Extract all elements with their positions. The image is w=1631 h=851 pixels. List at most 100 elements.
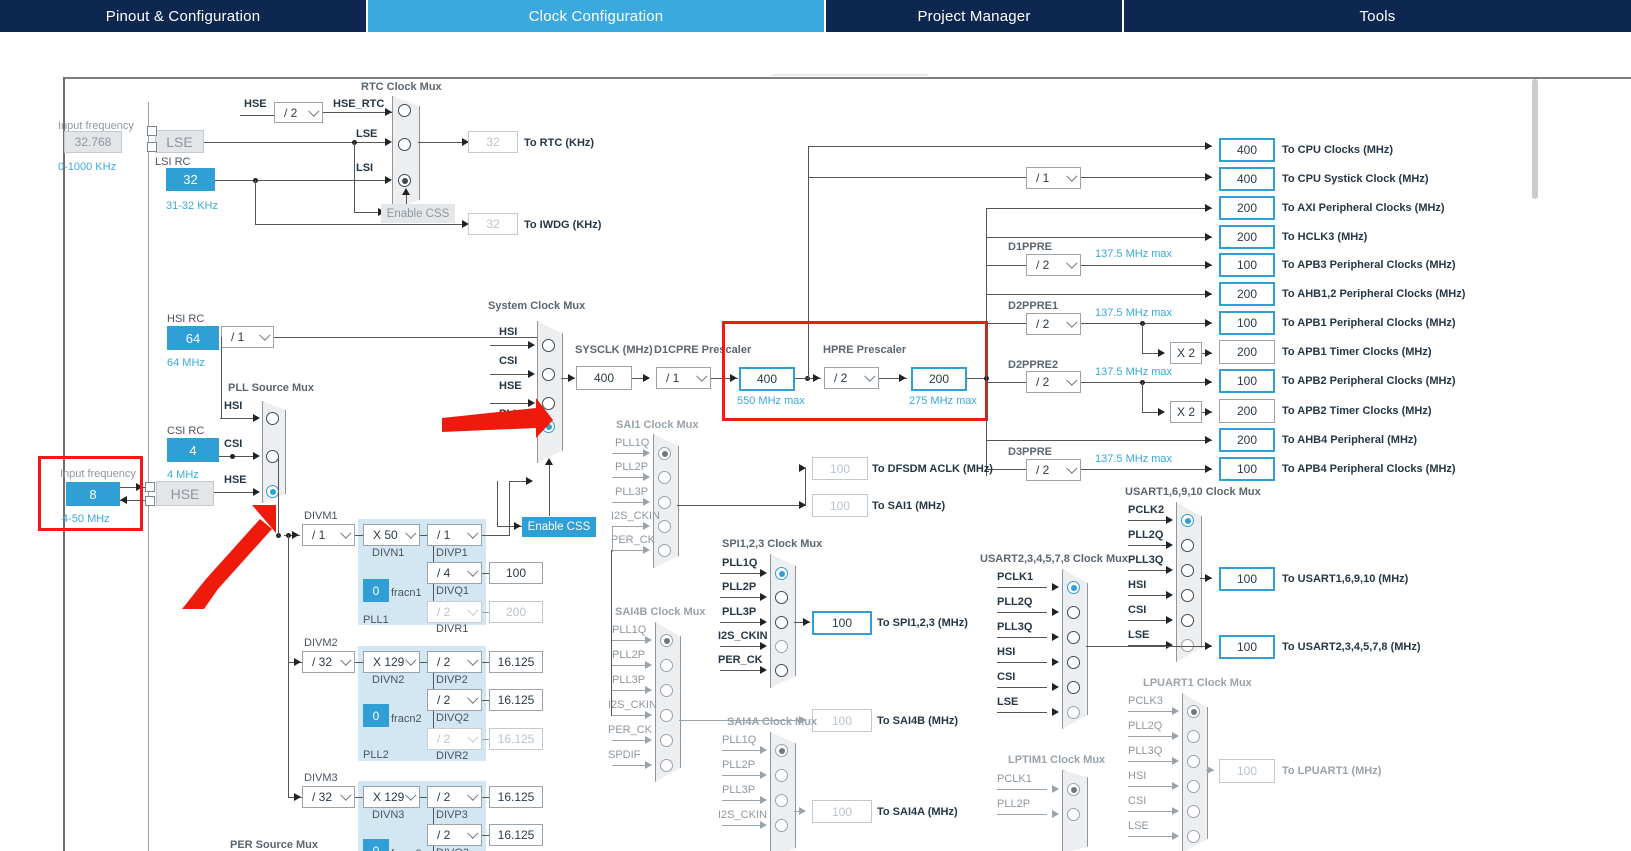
divq2-select[interactable]: / 2: [427, 689, 482, 711]
d2ppre2-select[interactable]: / 2: [1026, 371, 1081, 393]
fracn2-field[interactable]: 0: [363, 704, 389, 727]
output-box-apb1-timer[interactable]: 200: [1219, 340, 1275, 364]
divm2-select[interactable]: / 32: [302, 651, 355, 673]
sai4a-mux-radio-i2s-ckin[interactable]: [775, 819, 788, 832]
usart2-mux-radio-hsi[interactable]: [1067, 656, 1080, 669]
divn3-select[interactable]: X 129: [363, 786, 420, 808]
divq3-select[interactable]: / 2: [427, 824, 482, 846]
sai4b-output-box[interactable]: 100: [812, 709, 872, 732]
sai1-output-box[interactable]: 100: [812, 494, 868, 517]
divr2-select[interactable]: / 2: [427, 728, 482, 750]
canvas-vertical-scrollbar[interactable]: [1532, 79, 1538, 199]
system-enable-css-button[interactable]: Enable CSS: [522, 517, 596, 537]
fracn1-field[interactable]: 0: [363, 579, 389, 602]
systick-divider-select[interactable]: / 1: [1026, 167, 1081, 189]
usart2-output-box[interactable]: 100: [1219, 635, 1275, 659]
usart1-mux-radio-pll3q[interactable]: [1181, 564, 1194, 577]
sai4b-mux-radio-pll1q[interactable]: [660, 634, 673, 647]
divp3-select[interactable]: / 2: [427, 786, 482, 808]
lpuart1-mux-radio-pclk3[interactable]: [1187, 705, 1200, 718]
sai4a-mux-radio-pll2p[interactable]: [775, 769, 788, 782]
tab-clock-configuration[interactable]: Clock Configuration: [368, 0, 824, 32]
divm3-select[interactable]: / 32: [302, 786, 355, 808]
lpuart1-mux-radio-hsi[interactable]: [1187, 780, 1200, 793]
spi-mux-radio-per-ck[interactable]: [775, 664, 788, 677]
lpuart1-mux-radio-csi[interactable]: [1187, 805, 1200, 818]
divp2-select[interactable]: / 2: [427, 651, 482, 673]
hse-rtc-divider-select[interactable]: / 2: [274, 102, 323, 123]
clock-tree-canvas[interactable]: Input frequency 32.768 0-1000 KHz LSE LS…: [0, 76, 1631, 851]
usart1-mux-radio-pll2q[interactable]: [1181, 539, 1194, 552]
pll3-divp-output-box[interactable]: 16.125: [489, 786, 543, 808]
output-box-axi-peripheral[interactable]: 200: [1219, 196, 1275, 220]
divq1-select[interactable]: / 4: [427, 562, 482, 584]
d1cpre-select[interactable]: / 1: [656, 367, 711, 389]
spi-mux-radio-pll3p[interactable]: [775, 616, 788, 629]
pll1-divq-output-box[interactable]: 100: [489, 562, 543, 584]
tab-project-manager[interactable]: Project Manager: [826, 0, 1122, 32]
sai4a-mux-radio-pll1q[interactable]: [775, 744, 788, 757]
usart1-mux-radio-csi[interactable]: [1181, 614, 1194, 627]
csi-rc-field[interactable]: 4: [167, 438, 219, 462]
sai1-mux-radio-pll1q[interactable]: [658, 447, 671, 460]
pll2-divp-output-box[interactable]: 16.125: [489, 651, 543, 673]
usart1-output-box[interactable]: 100: [1219, 567, 1275, 591]
rtc-mux-radio-lsi[interactable]: [398, 174, 411, 187]
output-box-apb1-peripheral[interactable]: 100: [1219, 311, 1275, 335]
sai1-mux-radio-pll3p[interactable]: [658, 496, 671, 509]
usart2-mux-radio-csi[interactable]: [1067, 681, 1080, 694]
to-rtc-value-box[interactable]: 32: [468, 131, 518, 153]
divm1-select[interactable]: / 1: [302, 524, 355, 546]
d2ppre1-select[interactable]: / 2: [1026, 313, 1081, 335]
spi-mux-radio-i2s-ckin[interactable]: [775, 640, 788, 653]
usart1-mux-radio-pclk2[interactable]: [1181, 514, 1194, 527]
output-box-cpu-systick[interactable]: 400: [1219, 167, 1275, 191]
pll3-divq-output-box[interactable]: 16.125: [489, 824, 543, 846]
hsi-rc-field[interactable]: 64: [167, 326, 219, 350]
lpuart1-mux-radio-pll3q[interactable]: [1187, 755, 1200, 768]
divp1-select[interactable]: / 1: [427, 524, 482, 546]
sai4b-mux-radio-pll2p[interactable]: [660, 659, 673, 672]
sai4b-mux-radio-i2s-ckin[interactable]: [660, 709, 673, 722]
lptim1-mux-radio-pclk1[interactable]: [1067, 783, 1080, 796]
lpuart1-mux-radio-pll2q[interactable]: [1187, 730, 1200, 743]
lptim1-mux-radio-pll2p[interactable]: [1067, 808, 1080, 821]
sysclk-value-box[interactable]: 400: [576, 366, 632, 390]
rtc-mux-radio-hse-rtc[interactable]: [398, 104, 411, 117]
usart2-mux-radio-pll2q[interactable]: [1067, 606, 1080, 619]
output-box-ahb12-peripheral[interactable]: 200: [1219, 282, 1275, 306]
sai4a-mux-radio-pll3p[interactable]: [775, 794, 788, 807]
pll2-divr-output-box[interactable]: 16.125: [489, 728, 543, 750]
fracn3-field[interactable]: 0: [363, 839, 389, 851]
usart2-mux-radio-pll3q[interactable]: [1067, 631, 1080, 644]
system-clock-mux-radio-csi[interactable]: [542, 368, 555, 381]
spi-mux-radio-pll1q[interactable]: [775, 567, 788, 580]
output-box-apb3-peripheral[interactable]: 100: [1219, 253, 1275, 277]
divn1-select[interactable]: X 50: [363, 524, 420, 546]
sai4a-output-box[interactable]: 100: [812, 800, 872, 823]
rtc-mux-radio-lse[interactable]: [398, 138, 411, 151]
rtc-enable-css-button[interactable]: Enable CSS: [381, 204, 455, 223]
sai1-mux-radio-pll2p[interactable]: [658, 471, 671, 484]
output-box-apb2-peripheral[interactable]: 100: [1219, 369, 1275, 393]
tab-pinout-configuration[interactable]: Pinout & Configuration: [0, 0, 366, 32]
dfsdm-aclk-output-box[interactable]: 100: [812, 457, 868, 480]
lsi-rc-field[interactable]: 32: [166, 168, 215, 191]
usart2-mux-radio-lse[interactable]: [1067, 706, 1080, 719]
lse-input-frequency-field[interactable]: 32.768: [64, 131, 122, 153]
lpuart1-output-box[interactable]: 100: [1219, 759, 1275, 783]
tab-tools[interactable]: Tools: [1124, 0, 1631, 32]
system-clock-mux-radio-hsi[interactable]: [542, 339, 555, 352]
lse-node[interactable]: LSE: [155, 130, 204, 153]
spi-mux-radio-pll2p[interactable]: [775, 591, 788, 604]
sai1-mux-radio-per-ck[interactable]: [658, 544, 671, 557]
sai4b-mux-radio-pll3p[interactable]: [660, 684, 673, 697]
output-box-cpu-clocks[interactable]: 400: [1219, 138, 1275, 162]
output-box-apb4-peripheral[interactable]: 100: [1219, 457, 1275, 481]
lpuart1-mux-radio-lse[interactable]: [1187, 830, 1200, 843]
output-box-hclk3[interactable]: 200: [1219, 225, 1275, 249]
d3ppre-select[interactable]: / 2: [1026, 459, 1081, 481]
usart1-mux-radio-hsi[interactable]: [1181, 589, 1194, 602]
divr1-select[interactable]: / 2: [427, 601, 482, 623]
pll1-divr-output-box[interactable]: 200: [489, 601, 543, 623]
